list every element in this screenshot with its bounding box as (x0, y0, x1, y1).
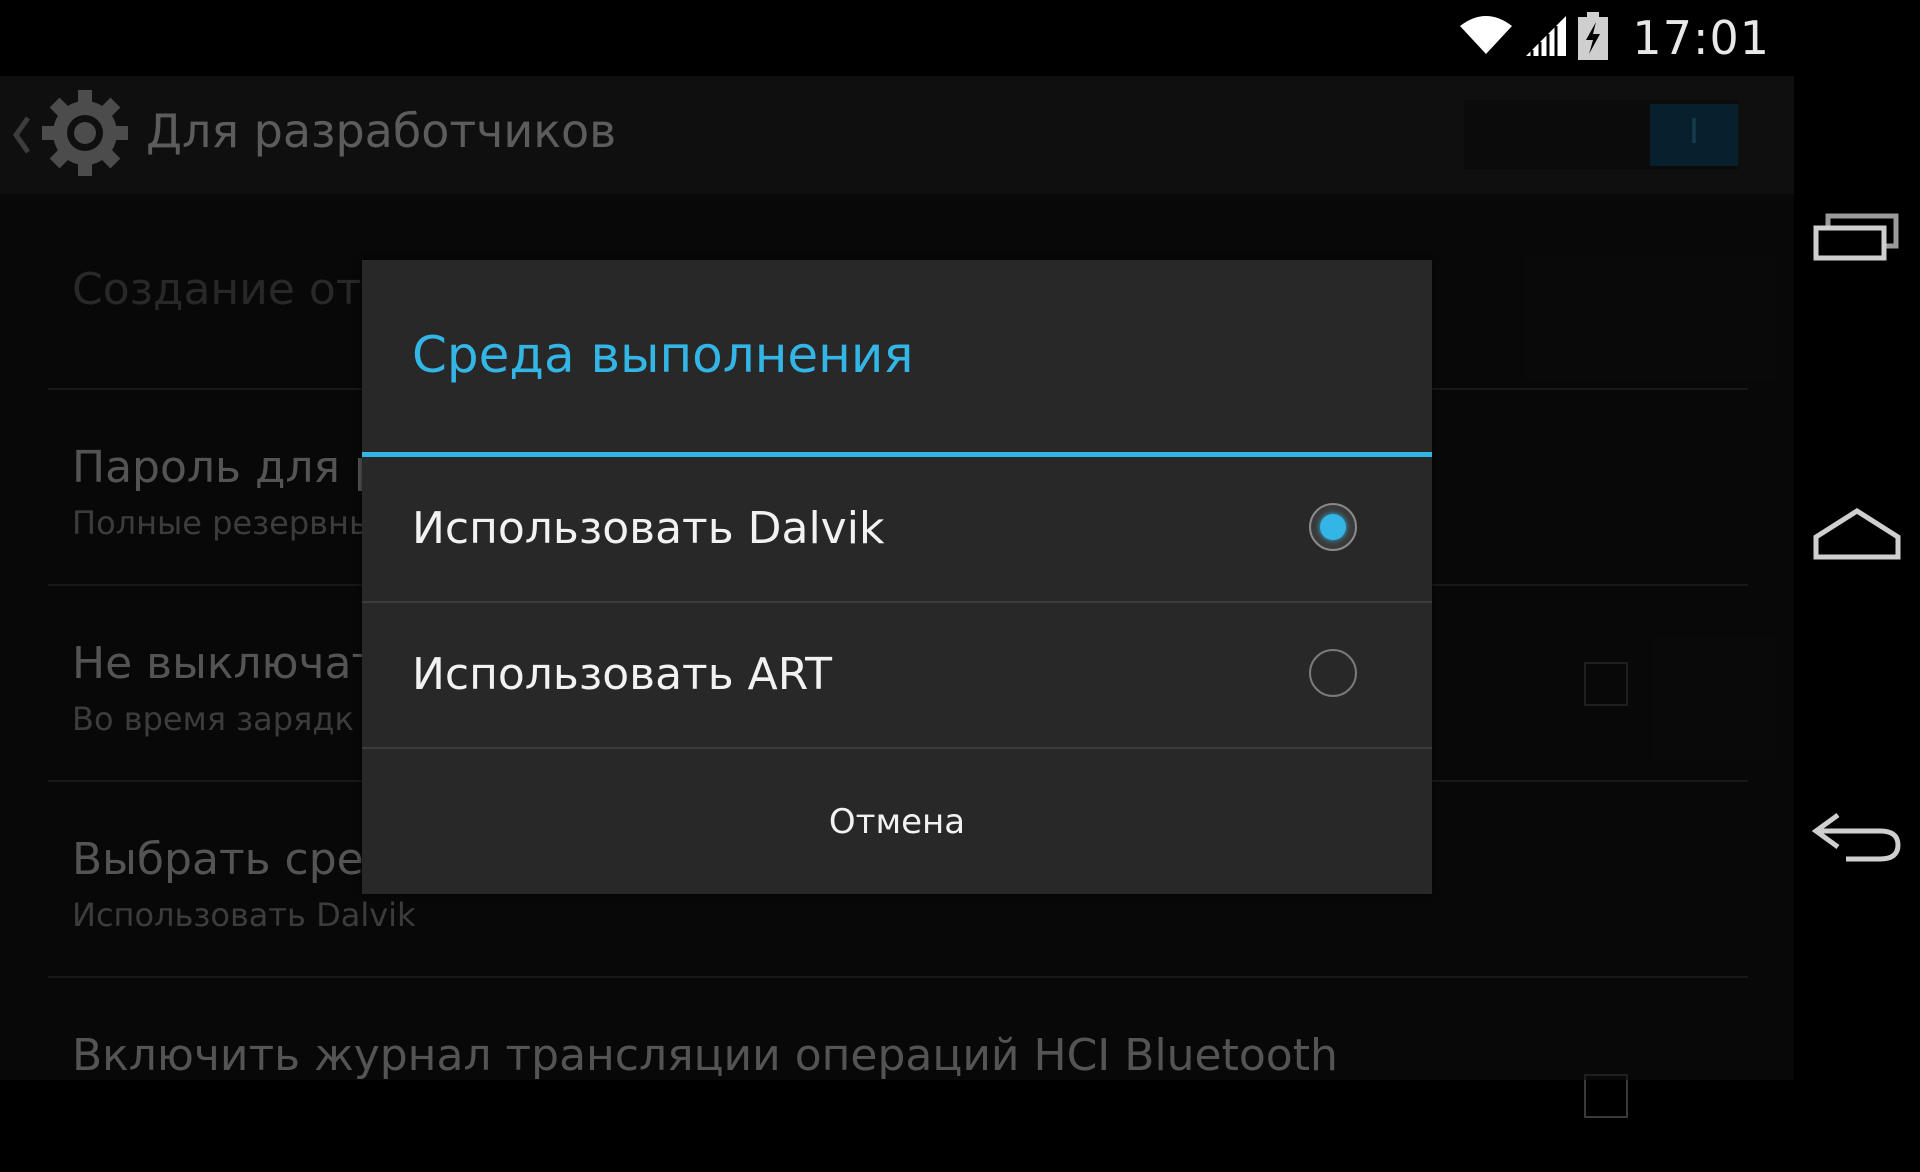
radio-unselected-icon[interactable] (1309, 649, 1357, 697)
radio-dot (1320, 514, 1346, 540)
status-bar: 17:01 (0, 0, 1794, 76)
status-icons: 17:01 (1458, 0, 1770, 76)
back-button[interactable] (1794, 784, 1920, 894)
runtime-dialog: Среда выполнения Использовать Dalvik Исп… (362, 260, 1432, 894)
option-label: Использовать Dalvik (412, 503, 885, 554)
recent-apps-icon (1812, 212, 1902, 266)
dialog-title: Среда выполнения (412, 326, 914, 384)
home-button[interactable] (1794, 480, 1920, 590)
home-icon (1812, 505, 1902, 565)
cell-signal-icon (1524, 14, 1568, 62)
radio-selected-icon[interactable] (1309, 503, 1357, 551)
wifi-icon (1458, 16, 1514, 60)
recent-apps-button[interactable] (1794, 184, 1920, 294)
back-icon (1810, 809, 1904, 869)
option-label: Использовать ART (412, 649, 832, 700)
navigation-bar (1794, 0, 1920, 1080)
cancel-button[interactable]: Отмена (362, 750, 1432, 894)
hci-log-checkbox[interactable] (1584, 1074, 1628, 1118)
clock: 17:01 (1632, 11, 1770, 65)
option-dalvik[interactable]: Использовать Dalvik (362, 457, 1432, 603)
battery-charging-icon (1578, 12, 1609, 64)
option-art[interactable]: Использовать ART (362, 603, 1432, 749)
